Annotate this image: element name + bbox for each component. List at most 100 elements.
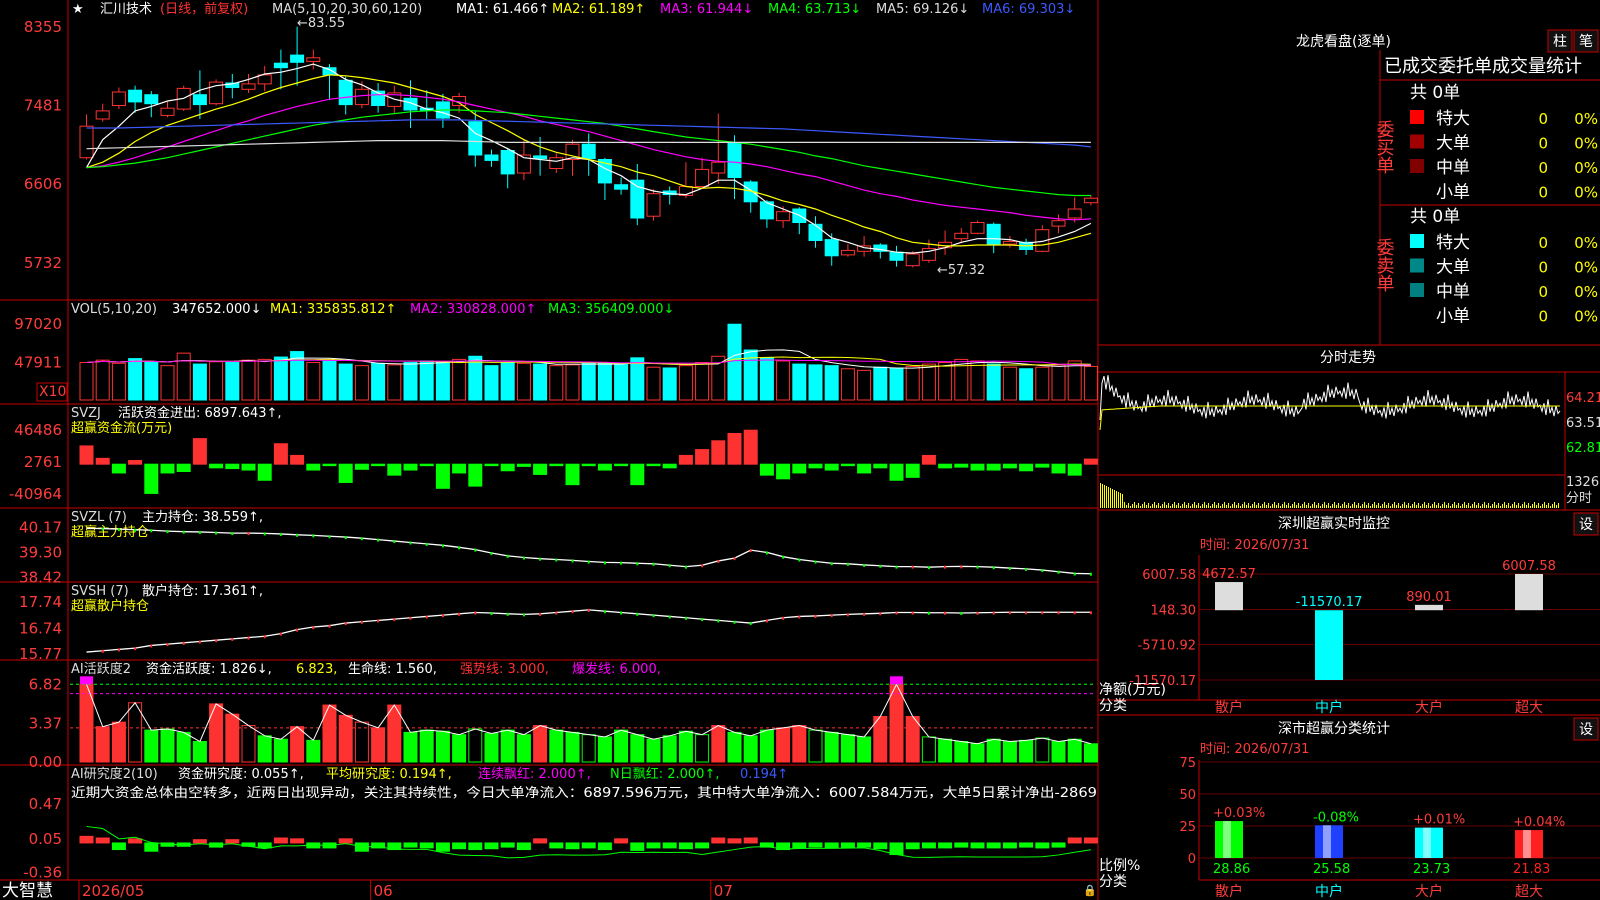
intraday-volume-bar xyxy=(1500,506,1501,508)
candle-body[interactable] xyxy=(808,223,823,242)
intraday-volume-bar xyxy=(1110,488,1111,508)
volume-bar xyxy=(403,362,418,401)
candle-body[interactable] xyxy=(533,155,548,160)
volume-bar xyxy=(338,363,353,401)
candle-body[interactable] xyxy=(986,223,1001,246)
ai-active-peak-marker xyxy=(890,676,903,685)
candle-body[interactable] xyxy=(646,193,661,217)
series-point xyxy=(101,527,104,531)
ai-active-bar xyxy=(743,735,758,763)
period-note: (日线，前复权) xyxy=(160,1,248,17)
ai-research-bar xyxy=(743,837,758,844)
intraday-volume-bar xyxy=(1238,503,1239,508)
candle-body[interactable] xyxy=(111,91,126,106)
intraday-volume-bar xyxy=(1426,505,1427,508)
candle-body[interactable] xyxy=(257,74,272,85)
candle-body[interactable] xyxy=(160,107,175,116)
candle-body[interactable] xyxy=(290,54,305,63)
stock-chart-window[interactable]: ★ 汇川技术 (日线，前复权) MA(5,10,20,30,60,120) MA… xyxy=(0,0,1600,900)
volume-bar xyxy=(840,368,855,401)
intraday-volume-bar xyxy=(1196,505,1197,508)
candle-body[interactable] xyxy=(144,94,159,105)
series-point xyxy=(522,613,525,617)
candle-body[interactable] xyxy=(354,88,369,106)
candle-body[interactable] xyxy=(192,94,207,106)
svzj-bar xyxy=(371,463,386,467)
candle-body[interactable] xyxy=(889,251,904,261)
series-point xyxy=(846,613,849,617)
lock-icon[interactable]: 🔒 xyxy=(1083,884,1097,897)
series-point xyxy=(798,615,801,619)
candle-body[interactable] xyxy=(581,143,596,160)
ai-active-bar xyxy=(516,734,531,763)
series-point xyxy=(458,612,461,616)
candle-body[interactable] xyxy=(824,239,839,257)
candle-body[interactable] xyxy=(970,222,985,234)
volume-bar xyxy=(921,363,936,401)
candle-body[interactable] xyxy=(273,62,288,69)
svzj-bar xyxy=(889,463,904,481)
ai-research-bar xyxy=(824,842,839,849)
candle-body[interactable] xyxy=(500,150,515,175)
series-point xyxy=(215,531,218,535)
longhu-title: 龙虎看盘(逐单) xyxy=(1296,33,1391,50)
volume-bar xyxy=(792,363,807,401)
series-point xyxy=(279,532,282,536)
candle-body[interactable] xyxy=(95,110,110,120)
ma3-value: MA3: 61.944↓ xyxy=(660,2,753,17)
series-point xyxy=(814,614,817,618)
candle-body[interactable] xyxy=(1002,240,1017,245)
intraday-volume-bar xyxy=(1340,506,1341,508)
ai-active-bar xyxy=(290,726,305,763)
volume-bar xyxy=(630,357,645,401)
candle-body[interactable] xyxy=(614,184,629,190)
intraday-volume-bar xyxy=(1442,504,1443,508)
candle-body[interactable] xyxy=(79,125,94,159)
intraday-volume-bar xyxy=(1250,506,1251,508)
series-point xyxy=(263,635,266,639)
candle-body[interactable] xyxy=(241,83,256,90)
order-size-swatch xyxy=(1410,258,1424,273)
candle-body[interactable] xyxy=(1051,220,1066,227)
intraday-volume-bar xyxy=(1124,502,1125,508)
ai-active-bar xyxy=(889,683,904,763)
volume-bar xyxy=(808,364,823,401)
volume-bar xyxy=(79,362,94,401)
candle-body[interactable] xyxy=(484,154,499,161)
ai-research-bar xyxy=(338,838,353,844)
star-icon[interactable]: ★ xyxy=(72,2,84,17)
candle-body[interactable] xyxy=(727,142,742,179)
intraday-volume-bar xyxy=(1424,502,1425,508)
candle-body[interactable] xyxy=(1083,197,1098,204)
candle-body[interactable] xyxy=(1067,208,1082,219)
candle-body[interactable] xyxy=(128,89,143,103)
ai-research-bar xyxy=(727,838,742,844)
candle-body[interactable] xyxy=(695,168,710,187)
candle-body[interactable] xyxy=(840,249,855,256)
candle-body[interactable] xyxy=(711,161,726,174)
series-point xyxy=(749,622,752,626)
candle-body[interactable] xyxy=(905,253,920,267)
ai-active-bar xyxy=(549,729,564,763)
series-point xyxy=(976,611,979,615)
candle-body[interactable] xyxy=(549,157,564,169)
ai-active-bar xyxy=(646,738,661,763)
series-point xyxy=(1025,567,1028,571)
candle-body[interactable] xyxy=(306,57,321,62)
intraday-volume-bar xyxy=(1148,503,1149,508)
series-point xyxy=(296,628,299,632)
candle-body[interactable] xyxy=(338,79,353,106)
intraday-volume-bar xyxy=(1350,506,1351,508)
candle-body[interactable] xyxy=(468,121,483,156)
intraday-volume-bar xyxy=(1298,503,1299,508)
intraday-volume-bar xyxy=(1484,502,1485,508)
volume-bar xyxy=(549,365,564,401)
candle-body[interactable] xyxy=(322,67,337,76)
series-point xyxy=(117,528,120,532)
svzj-bar xyxy=(95,457,110,465)
intraday-volume-bar xyxy=(1226,505,1227,508)
intraday-volume-bar xyxy=(1398,503,1399,508)
series-point xyxy=(441,544,444,548)
candle-body[interactable] xyxy=(954,232,969,240)
candle-body[interactable] xyxy=(776,211,791,222)
